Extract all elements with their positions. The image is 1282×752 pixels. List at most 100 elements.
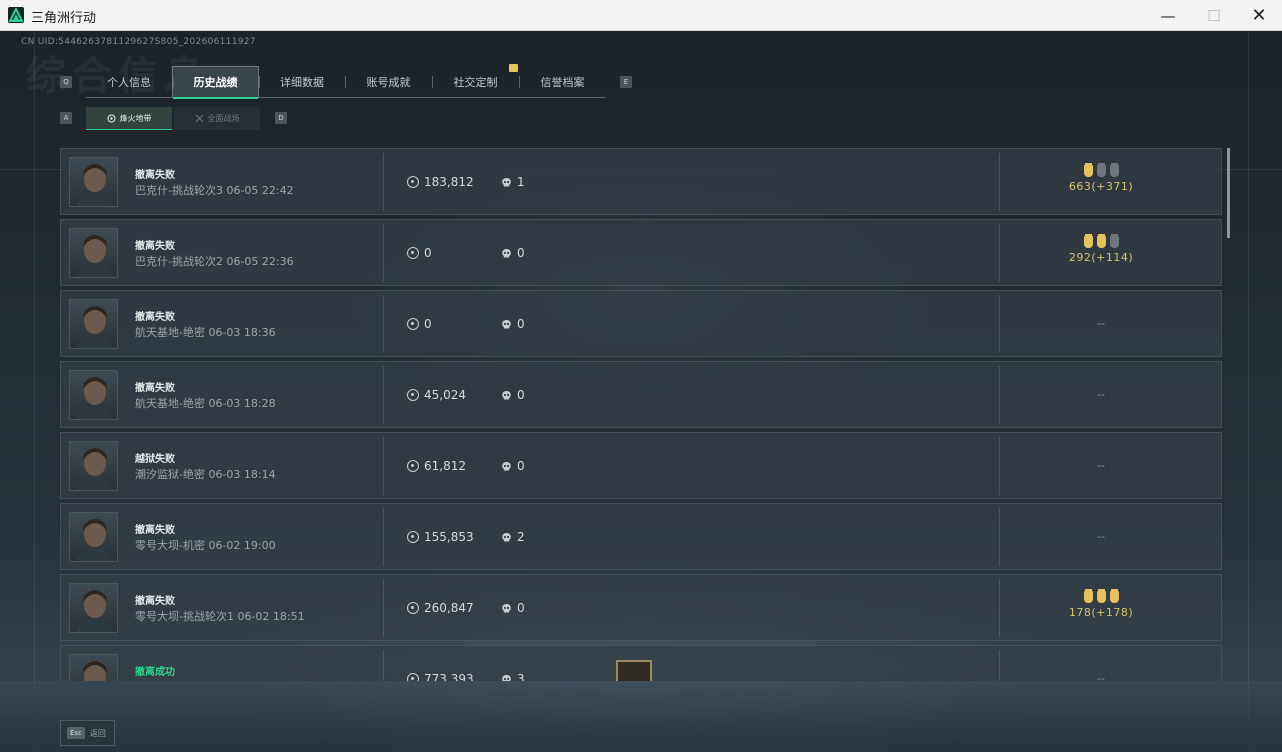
tab-credit-record[interactable]: 信誉档案 [519, 66, 606, 98]
skull-icon [502, 461, 511, 470]
match-record-row[interactable]: 撤离失败 零号大坝-挑战轮次1 06-02 18:51 260,847 0 17… [60, 574, 1222, 641]
operator-avatar [69, 654, 118, 681]
extraction-reward-icon [616, 660, 652, 681]
operator-portrait-icon [76, 590, 114, 632]
rank-empty: -- [1097, 672, 1105, 681]
match-kills: 0 [501, 317, 525, 331]
rank-score: 178(+178) [1068, 606, 1134, 619]
skull-icon [502, 674, 511, 681]
money-value: 45,024 [424, 388, 466, 402]
subtab-prev-key-hint[interactable]: A [60, 112, 72, 124]
maximize-button[interactable]: ☐ [1191, 0, 1237, 31]
tab-detailed-data[interactable]: 详细数据 [259, 66, 345, 98]
money-value: 183,812 [424, 175, 474, 189]
match-status: 撤离失败 [135, 170, 175, 181]
tab-next-key-hint[interactable]: E [620, 76, 632, 88]
column-divider [383, 508, 384, 566]
operator-avatar [69, 370, 118, 420]
column-divider [383, 153, 384, 211]
match-record-row[interactable]: 撤离失败 零号大坝-机密 06-02 19:00 155,853 2 -- [60, 503, 1222, 570]
kills-value: 1 [517, 175, 525, 189]
tab-match-history[interactable]: 历史战绩 [172, 66, 259, 99]
rank-trophies [1001, 589, 1201, 605]
match-record-row[interactable]: 撤离成功 零号大坝-常规 06-02 18:33 773,393 3 -- [60, 645, 1222, 681]
back-label: 返回 [89, 728, 106, 738]
column-divider [999, 650, 1000, 681]
tab-social-custom[interactable]: 社交定制 [432, 66, 519, 98]
column-divider [383, 224, 384, 282]
coin-icon [407, 602, 419, 614]
back-button[interactable]: Esc 返回 [60, 720, 115, 746]
operator-avatar [69, 583, 118, 633]
list-scrollbar[interactable] [1227, 148, 1230, 238]
notification-badge [509, 64, 518, 72]
operator-portrait-icon [76, 448, 114, 490]
subtab-warfare[interactable]: 全面战场 [174, 107, 260, 130]
coin-icon [407, 673, 419, 681]
subtab-warfare-label: 全面战场 [207, 114, 240, 123]
match-money: 61,812 [407, 459, 466, 473]
game-viewport: 综合信息 CN UID:5446263781129627S805_2026061… [0, 31, 1282, 752]
match-record-row[interactable]: 撤离失败 巴克什-挑战轮次3 06-05 22:42 183,812 1 663… [60, 148, 1222, 215]
kills-value: 0 [517, 317, 525, 331]
close-button[interactable]: ✕ [1236, 0, 1282, 31]
match-map-time: 航天基地-绝密 06-03 18:36 [135, 326, 276, 339]
match-status: 撤离成功 [135, 667, 175, 678]
kills-value: 0 [517, 601, 525, 615]
column-divider [999, 224, 1000, 282]
match-status: 撤离失败 [135, 525, 175, 536]
rank-empty: -- [1097, 388, 1105, 401]
trophy-icon [1096, 589, 1106, 603]
match-history-list[interactable]: 撤离失败 巴克什-挑战轮次3 06-05 22:42 183,812 1 663… [60, 148, 1224, 681]
tab-personal-info[interactable]: 个人信息 [86, 66, 172, 98]
match-record-row[interactable]: 撤离失败 航天基地-绝密 06-03 18:36 0 0 -- [60, 290, 1222, 357]
match-status: 越狱失败 [135, 454, 175, 465]
tab-achievements[interactable]: 账号成就 [345, 66, 432, 98]
match-record-row[interactable]: 撤离失败 航天基地-绝密 06-03 18:28 45,024 0 -- [60, 361, 1222, 428]
money-value: 773,393 [424, 672, 474, 681]
subtab-operations[interactable]: 烽火地带 [86, 107, 172, 130]
window-titlebar: 三角洲行动 — ☐ ✕ [0, 0, 1282, 31]
trophy-icon [1083, 163, 1093, 177]
coin-icon [407, 531, 419, 543]
match-kills: 1 [501, 175, 525, 189]
subtab-next-key-hint[interactable]: D [275, 112, 287, 124]
money-value: 155,853 [424, 530, 474, 544]
operator-portrait-icon [76, 164, 114, 206]
minimize-button[interactable]: — [1145, 0, 1191, 31]
decor-grid-line [34, 31, 35, 752]
operator-avatar [69, 512, 118, 562]
esc-key-hint: Esc [67, 727, 85, 739]
column-divider [999, 508, 1000, 566]
rank-progress: 178(+178) [1001, 587, 1201, 631]
match-map-time: 零号大坝-机密 06-02 19:00 [135, 539, 276, 552]
money-value: 260,847 [424, 601, 474, 615]
bottom-fog-decor [0, 681, 1282, 752]
match-money: 260,847 [407, 601, 474, 615]
column-divider [383, 295, 384, 353]
operator-portrait-icon [76, 377, 114, 419]
column-divider [999, 366, 1000, 424]
money-value: 0 [424, 246, 432, 260]
main-tabs: 个人信息 历史战绩 详细数据 账号成就 社交定制 信誉档案 [86, 66, 606, 99]
column-divider [999, 153, 1000, 211]
skull-icon [502, 177, 511, 186]
match-kills: 3 [501, 672, 525, 681]
match-record-row[interactable]: 撤离失败 巴克什-挑战轮次2 06-05 22:36 0 0 292(+114) [60, 219, 1222, 286]
kills-value: 0 [517, 388, 525, 402]
rank-empty: -- [1097, 459, 1105, 472]
operator-portrait-icon [83, 661, 107, 681]
match-record-row[interactable]: 越狱失败 潮汐监狱-绝密 06-03 18:14 61,812 0 -- [60, 432, 1222, 499]
subtab-operations-label: 烽火地带 [119, 113, 152, 123]
trophy-icon [1083, 589, 1093, 603]
decor-grid-line [1248, 31, 1249, 752]
skull-icon [502, 248, 511, 257]
kills-value: 2 [517, 530, 525, 544]
kills-value: 0 [517, 459, 525, 473]
trophy-icon [1109, 589, 1119, 603]
column-divider [383, 579, 384, 637]
match-map-time: 巴克什-挑战轮次3 06-05 22:42 [135, 184, 294, 197]
tab-prev-key-hint[interactable]: Q [60, 76, 72, 88]
mode-warfare-icon [195, 114, 203, 123]
coin-icon [407, 460, 419, 472]
